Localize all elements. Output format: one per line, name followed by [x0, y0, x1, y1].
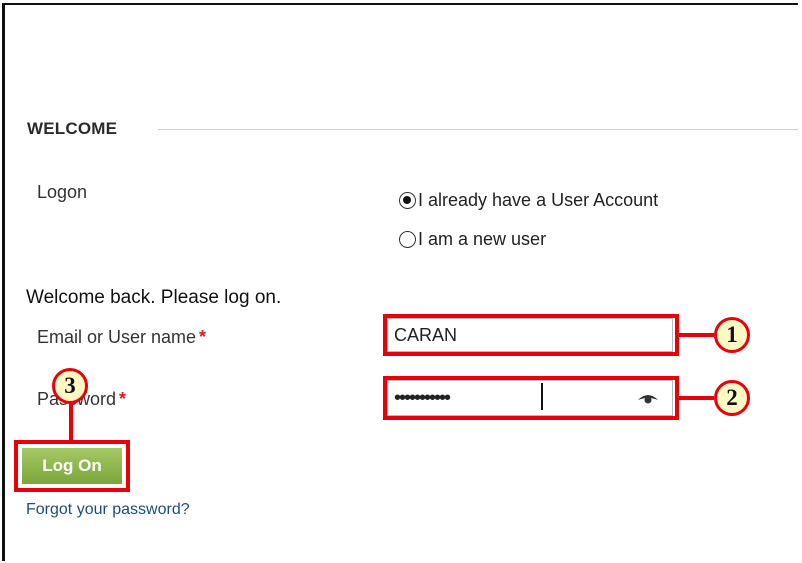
- radio-new-label: I am a new user: [418, 229, 547, 249]
- password-value: •••••••••••: [394, 386, 451, 409]
- radio-new-user[interactable]: I am a new user: [399, 229, 546, 250]
- email-label: Email or User name *: [37, 327, 206, 348]
- callout-2-connector: [679, 396, 714, 400]
- log-on-button[interactable]: Log On: [22, 448, 122, 484]
- eye-icon[interactable]: [636, 390, 660, 406]
- logon-label: Logon: [37, 182, 88, 202]
- callout-3-badge: 3: [52, 368, 88, 404]
- radio-existing-account[interactable]: I already have a User Account: [399, 190, 658, 211]
- callout-2-badge: 2: [714, 380, 750, 416]
- callout-1-connector: [679, 333, 714, 337]
- radio-unchecked-icon[interactable]: [399, 231, 416, 248]
- section-divider: [158, 129, 798, 130]
- callout-3-connector: [69, 404, 73, 441]
- radio-checked-icon[interactable]: [399, 192, 416, 209]
- welcome-message: Welcome back. Please log on.: [26, 287, 282, 308]
- email-label-text: Email or User name: [37, 327, 197, 347]
- callout-1-badge: 1: [714, 317, 750, 353]
- section-heading: WELCOME: [27, 119, 118, 138]
- radio-existing-label: I already have a User Account: [418, 190, 659, 210]
- password-field[interactable]: •••••••••••: [387, 380, 673, 416]
- email-value: CARAN: [394, 324, 458, 345]
- required-marker: *: [119, 389, 127, 409]
- forgot-password-link[interactable]: Forgot your password?: [26, 501, 190, 519]
- text-cursor: [541, 383, 543, 410]
- email-field[interactable]: CARAN: [387, 318, 673, 352]
- required-marker: *: [199, 327, 207, 347]
